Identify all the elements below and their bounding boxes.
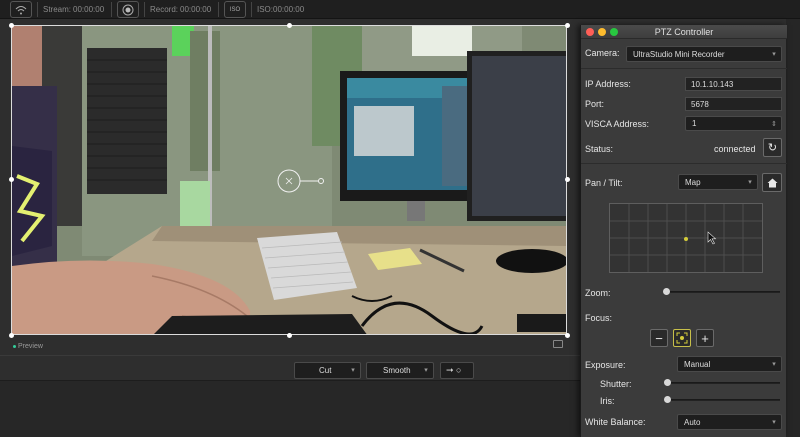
resize-handle-br[interactable] bbox=[565, 333, 570, 338]
stream-time: 00:00:00 bbox=[73, 5, 105, 14]
resize-handle-tl[interactable] bbox=[9, 23, 14, 28]
divider bbox=[0, 355, 580, 356]
pan-tilt-mode-value: Map bbox=[685, 177, 701, 187]
refresh-icon: ↻ bbox=[767, 142, 778, 154]
iris-slider-track[interactable] bbox=[667, 399, 780, 401]
bottom-bar bbox=[0, 380, 580, 437]
white-balance-select[interactable]: Auto ▾ bbox=[677, 414, 782, 430]
resize-handle-b[interactable] bbox=[287, 333, 292, 338]
iso-icon: ISO bbox=[229, 6, 241, 13]
home-button[interactable] bbox=[762, 173, 782, 192]
transition-type-select[interactable]: Cut ▾ bbox=[294, 362, 361, 379]
ptz-controller-window: PTZ Controller Camera: UltraStudio Mini … bbox=[580, 25, 787, 437]
chevron-updown-icon: ⇕ bbox=[771, 121, 777, 128]
visca-address-label: VISCA Address: bbox=[585, 119, 650, 129]
record-time: 00:00:00 bbox=[180, 5, 212, 14]
iso-time: 00:00:00 bbox=[273, 5, 305, 14]
camera-select[interactable]: UltraStudio Mini Recorder ▾ bbox=[626, 46, 782, 62]
shutter-slider-track[interactable] bbox=[667, 382, 780, 384]
record-button[interactable] bbox=[117, 1, 139, 18]
resize-handle-bl[interactable] bbox=[9, 333, 14, 338]
exposure-value: Manual bbox=[684, 359, 711, 369]
ip-address-label: IP Address: bbox=[585, 79, 631, 89]
camera-value: UltraStudio Mini Recorder bbox=[633, 49, 725, 59]
zoom-slider-knob[interactable] bbox=[663, 288, 670, 295]
iso-label: ISO: bbox=[257, 5, 274, 14]
wifi-stream-button[interactable] bbox=[10, 1, 32, 18]
display-icon[interactable] bbox=[553, 340, 563, 348]
white-balance-value: Auto bbox=[684, 417, 701, 427]
minus-icon: − bbox=[655, 330, 663, 346]
stream-label: Stream: bbox=[43, 5, 72, 14]
visca-address-stepper[interactable]: 1 ⇕ bbox=[685, 116, 782, 131]
iso-record-button[interactable]: ISO bbox=[224, 1, 246, 18]
preview-label: Preview bbox=[18, 343, 43, 350]
home-icon bbox=[767, 178, 777, 187]
status-value: connected bbox=[714, 144, 756, 154]
resize-handle-tr[interactable] bbox=[565, 23, 570, 28]
focus-near-button[interactable]: − bbox=[650, 329, 668, 347]
iris-slider-knob[interactable] bbox=[664, 396, 671, 403]
port-label: Port: bbox=[585, 99, 605, 109]
ptz-title-bar[interactable]: PTZ Controller bbox=[581, 25, 787, 39]
zoom-label: Zoom: bbox=[585, 288, 611, 298]
chevron-down-icon: ▾ bbox=[748, 179, 752, 186]
pan-tilt-mode-select[interactable]: Map ▾ bbox=[678, 174, 758, 190]
resize-handle-t[interactable] bbox=[287, 23, 292, 28]
camera-label: Camera: bbox=[585, 48, 620, 58]
focus-label: Focus: bbox=[585, 313, 613, 323]
status-label: Status: bbox=[585, 144, 614, 154]
chevron-down-icon: ▾ bbox=[772, 419, 776, 426]
top-status-bar: Stream: 00:00:00 Record: 00:00:00 ISO IS… bbox=[0, 0, 800, 19]
focus-far-button[interactable]: + bbox=[696, 329, 714, 347]
record-icon bbox=[122, 4, 134, 15]
transition-type-value: Cut bbox=[319, 366, 332, 375]
ptz-title: PTZ Controller bbox=[654, 27, 714, 37]
shutter-slider-knob[interactable] bbox=[664, 379, 671, 386]
pan-tilt-label: Pan / Tilt: bbox=[585, 178, 623, 188]
divider bbox=[581, 68, 787, 69]
wifi-icon bbox=[15, 5, 27, 14]
resize-handle-r[interactable] bbox=[565, 177, 570, 182]
chevron-down-icon: ▾ bbox=[424, 367, 428, 374]
iris-label: Iris: bbox=[600, 396, 615, 406]
transition-style-select[interactable]: Smooth ▾ bbox=[366, 362, 434, 379]
port-field[interactable]: 5678 bbox=[685, 97, 782, 111]
transition-style-value: Smooth bbox=[383, 366, 411, 375]
execute-transition-button[interactable]: ➞ ○ bbox=[440, 362, 474, 379]
white-balance-label: White Balance: bbox=[585, 417, 646, 427]
exposure-label: Exposure: bbox=[585, 360, 626, 370]
camera-preview[interactable] bbox=[11, 25, 567, 335]
chevron-down-icon: ▾ bbox=[772, 51, 776, 58]
right-edge-strip bbox=[786, 19, 800, 437]
camera-feed-image bbox=[12, 26, 566, 334]
pan-tilt-position-dot bbox=[684, 237, 688, 241]
record-label: Record: bbox=[150, 5, 179, 14]
preview-indicator-icon bbox=[13, 345, 16, 348]
chevron-down-icon: ▾ bbox=[351, 367, 355, 374]
arrow-right-icon: ➞ ○ bbox=[446, 365, 462, 375]
autofocus-icon bbox=[676, 332, 688, 344]
zoom-slider-track[interactable] bbox=[666, 291, 780, 293]
pan-tilt-map[interactable] bbox=[609, 203, 763, 273]
chevron-down-icon: ▾ bbox=[772, 361, 776, 368]
visca-address-value: 1 bbox=[692, 119, 697, 128]
pan-tilt-grid bbox=[610, 204, 762, 272]
ip-address-field[interactable]: 10.1.10.143 bbox=[685, 77, 782, 91]
shutter-label: Shutter: bbox=[600, 379, 632, 389]
resize-handle-l[interactable] bbox=[9, 177, 14, 182]
plus-icon: + bbox=[701, 330, 709, 346]
divider bbox=[581, 163, 787, 164]
exposure-select[interactable]: Manual ▾ bbox=[677, 356, 782, 372]
autofocus-button[interactable] bbox=[673, 329, 691, 347]
refresh-button[interactable]: ↻ bbox=[763, 138, 782, 157]
mouse-cursor-icon bbox=[707, 231, 717, 245]
